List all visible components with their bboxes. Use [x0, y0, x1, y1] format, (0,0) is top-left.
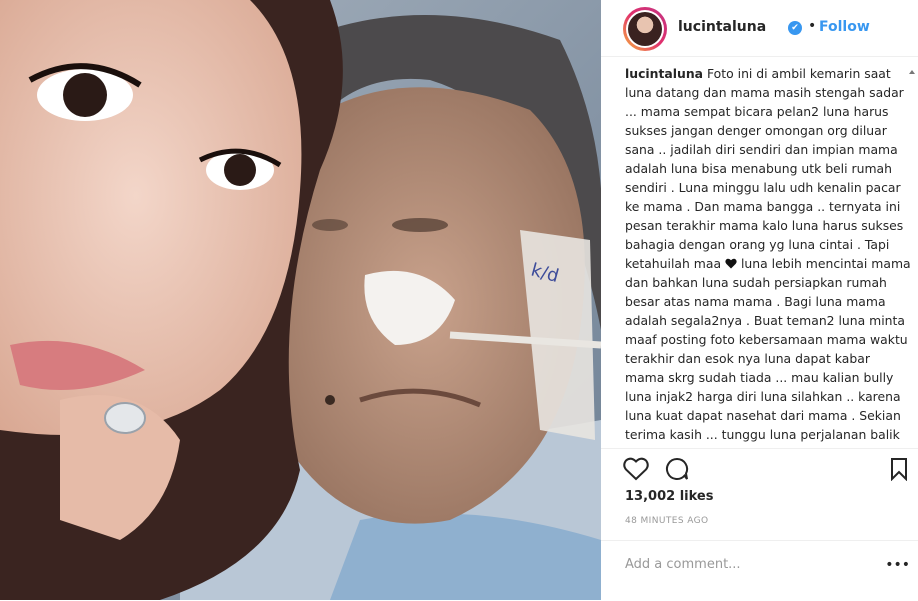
- caption-scrollbar[interactable]: [909, 68, 915, 448]
- post-photo[interactable]: k/d: [0, 0, 601, 600]
- more-options-button[interactable]: •••: [885, 557, 910, 573]
- caption-text-part1: Foto ini di ambil kemarin saat luna data…: [625, 66, 904, 271]
- post-side-panel: lucintaluna ✔ • Follow lucintaluna Foto …: [601, 0, 918, 600]
- header-separator: •: [808, 18, 817, 34]
- post-actions: [601, 448, 918, 489]
- speech-bubble-icon[interactable]: [665, 457, 689, 481]
- avatar-image: [628, 12, 662, 46]
- bookmark-icon[interactable]: [890, 457, 908, 481]
- heart-outline-icon[interactable]: [623, 457, 649, 481]
- caption-text-part2: luna lebih mencintai mama dan bahkan lun…: [625, 256, 911, 442]
- post-timestamp[interactable]: 48 MINUTES AGO: [625, 516, 708, 526]
- caption-username[interactable]: lucintaluna: [625, 66, 703, 81]
- post-photo-illustration: k/d: [0, 0, 601, 600]
- likes-count[interactable]: 13,002 likes: [625, 489, 713, 504]
- avatar[interactable]: [623, 7, 667, 51]
- caption-scrollbar-arrows: [909, 70, 915, 74]
- comment-input[interactable]: Add a comment...: [625, 557, 741, 572]
- black-heart-emoji-icon: [725, 258, 737, 269]
- follow-button[interactable]: Follow: [819, 19, 870, 35]
- post-header: lucintaluna ✔ • Follow: [601, 0, 918, 57]
- post-caption: lucintaluna Foto ini di ambil kemarin sa…: [625, 64, 911, 444]
- username-link[interactable]: lucintaluna: [678, 19, 766, 35]
- verified-badge-icon: ✔: [788, 21, 802, 35]
- comment-box: Add a comment... •••: [601, 540, 918, 601]
